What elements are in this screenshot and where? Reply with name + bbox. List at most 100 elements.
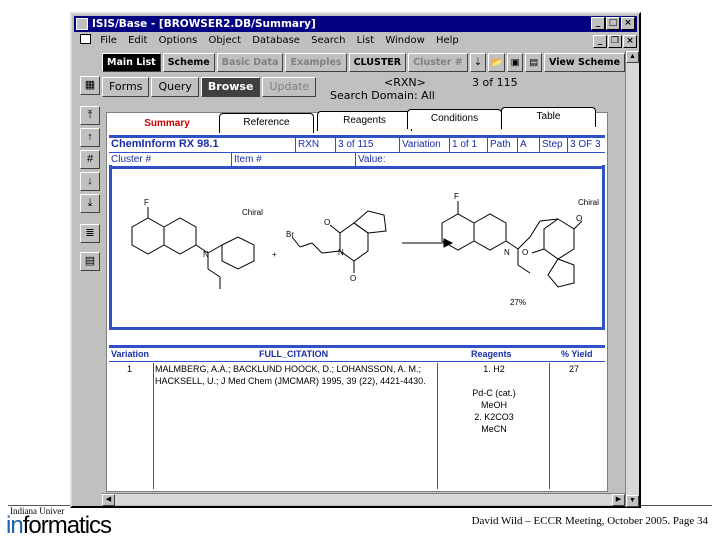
basic-data-button[interactable]: Basic Data bbox=[216, 52, 284, 72]
menu-edit[interactable]: Edit bbox=[124, 33, 151, 49]
table-view-icon[interactable]: ▤ bbox=[80, 252, 100, 271]
variation-column-header: Variation bbox=[111, 349, 150, 359]
maximize-button[interactable]: □ bbox=[606, 17, 620, 30]
main-list-button[interactable]: Main List bbox=[102, 52, 161, 72]
minimize-button[interactable]: _ bbox=[591, 17, 605, 30]
scroll-right-icon[interactable]: ▶ bbox=[612, 494, 625, 506]
doc-close-button[interactable]: × bbox=[623, 35, 637, 48]
citation-row: 1 MALMBERG, A.A.; BACKLUND HOOCK, D.; LO… bbox=[109, 363, 605, 489]
yield-cell: 27 bbox=[569, 364, 580, 374]
tab-reagents[interactable]: Reagents bbox=[317, 111, 412, 131]
document-icon[interactable] bbox=[80, 34, 91, 44]
previous-record-icon[interactable]: ↑ bbox=[80, 128, 100, 147]
database-name: ChemInform RX 98.1 bbox=[111, 138, 219, 150]
browse-button[interactable]: Browse bbox=[200, 77, 261, 97]
menu-object[interactable]: Object bbox=[204, 33, 245, 49]
nitrogen-label-1: N bbox=[203, 250, 209, 259]
system-menu-icon[interactable] bbox=[76, 18, 88, 30]
examples-button[interactable]: Examples bbox=[285, 52, 347, 72]
doc-minimize-button[interactable]: _ bbox=[593, 35, 607, 48]
citation-header-rule bbox=[109, 361, 605, 362]
query-button[interactable]: Query bbox=[151, 77, 199, 97]
plus-sign: + bbox=[272, 250, 277, 259]
tab-conditions[interactable]: Conditions bbox=[407, 109, 502, 129]
tab-reference[interactable]: Reference bbox=[219, 113, 314, 133]
window-title: ISIS/Base - [BROWSER2.DB/Summary] bbox=[92, 18, 316, 30]
fluorine-label-left: F bbox=[144, 198, 149, 207]
scroll-up-icon[interactable]: ▲ bbox=[626, 51, 639, 63]
reagent-line-6: MeCN bbox=[481, 424, 507, 434]
chiral-label-right: Chiral bbox=[578, 198, 599, 207]
citation-header: Variation FULL_CITATION Reagents % Yield bbox=[109, 349, 605, 361]
doc-restore-button[interactable]: ❐ bbox=[608, 35, 622, 48]
menu-bar: File Edit Options Object Database Search… bbox=[74, 33, 637, 49]
reaction-scheme: F Chiral N + Br O N O F Chiral N O O 27% bbox=[109, 165, 605, 327]
variation-cell: 1 bbox=[127, 364, 133, 374]
record-info-row: ChemInform RX 98.1 RXN 3 of 115 Variatio… bbox=[109, 138, 605, 152]
bromine-label: Br bbox=[286, 230, 294, 239]
close-button[interactable]: × bbox=[621, 17, 635, 30]
update-button[interactable]: Update bbox=[262, 77, 317, 97]
oxygen-label-4: O bbox=[576, 214, 582, 223]
form-toolbar: Main List Scheme Basic Data Examples CLU… bbox=[102, 51, 626, 73]
slide-footer: David Wild – ECCR Meeting, October 2005.… bbox=[471, 515, 708, 527]
record-nav-strip: ▦ ⤒ ↑ # ↓ ⤓ ≣ ▤ bbox=[80, 76, 100, 274]
column-divider-1 bbox=[153, 363, 154, 489]
next-record-icon[interactable]: ↓ bbox=[80, 172, 100, 191]
last-record-icon[interactable]: ⤓ bbox=[80, 194, 100, 213]
menu-options[interactable]: Options bbox=[155, 33, 202, 49]
menu-window[interactable]: Window bbox=[381, 33, 428, 49]
step-value: 3 OF 3 bbox=[567, 138, 607, 152]
menu-help[interactable]: Help bbox=[432, 33, 463, 49]
reaction-drawing: F Chiral N + Br O N O F Chiral N O O 27% bbox=[131, 192, 599, 307]
menu-list[interactable]: List bbox=[353, 33, 378, 49]
panel-bottom-rule bbox=[109, 327, 605, 330]
chiral-label-left: Chiral bbox=[242, 208, 263, 217]
search-domain: Search Domain: All bbox=[330, 89, 435, 102]
cluster-button[interactable]: CLUSTER bbox=[348, 52, 407, 72]
full-citation-column-header: FULL_CITATION bbox=[259, 349, 329, 359]
nitrogen-label-2: N bbox=[338, 248, 344, 257]
tab-summary[interactable]: Summary bbox=[117, 115, 217, 135]
tab-table[interactable]: Table bbox=[501, 107, 596, 127]
list-view-icon[interactable]: ≣ bbox=[80, 224, 100, 243]
save-icon[interactable]: ▣ bbox=[506, 52, 524, 72]
form-tabs: Summary Reference Reagents Conditions Ta… bbox=[107, 107, 607, 133]
yield-column-header: % Yield bbox=[561, 349, 593, 359]
title-bar: ISIS/Base - [BROWSER2.DB/Summary] _ □ × bbox=[74, 16, 637, 32]
rxn-value: 3 of 115 bbox=[335, 138, 393, 152]
column-divider-3 bbox=[549, 363, 550, 489]
mode-bar: Forms Query Browse Update bbox=[102, 77, 317, 99]
fluorine-label-right: F bbox=[454, 192, 459, 201]
path-label: Path bbox=[487, 138, 517, 152]
form-icon[interactable]: ▦ bbox=[80, 76, 100, 95]
view-scheme-button[interactable]: View Scheme bbox=[544, 52, 626, 72]
scroll-down-icon[interactable]: ▼ bbox=[626, 495, 639, 507]
open-folder-icon[interactable]: 📂 bbox=[488, 52, 505, 72]
vertical-scrollbar[interactable]: ▲ ▼ bbox=[625, 51, 639, 507]
clipboard-icon[interactable]: ▤ bbox=[525, 52, 543, 72]
isis-window: ISIS/Base - [BROWSER2.DB/Summary] _ □ × … bbox=[70, 12, 641, 508]
nitrogen-label-3: N bbox=[504, 248, 510, 257]
reagent-line-4: MeOH bbox=[480, 400, 507, 410]
cluster-number-button[interactable]: Cluster # bbox=[408, 52, 468, 72]
arrow-down-icon[interactable]: ⇣ bbox=[469, 52, 487, 72]
reagents-cell: 1. H2 Pd-C (cat.) MeOH 2. K2CO3 MeCN bbox=[439, 363, 549, 435]
summary-form: Summary Reference Reagents Conditions Ta… bbox=[106, 107, 608, 492]
menu-file[interactable]: File bbox=[96, 33, 121, 49]
goto-record-icon[interactable]: # bbox=[80, 150, 100, 169]
forms-button[interactable]: Forms bbox=[102, 77, 150, 97]
reagent-line-3: Pd-C (cat.) bbox=[472, 388, 516, 398]
step-label: Step bbox=[539, 138, 567, 152]
reagent-line-5: 2. K2CO3 bbox=[474, 412, 514, 422]
yield-label: 27% bbox=[510, 298, 526, 307]
scheme-button[interactable]: Scheme bbox=[162, 52, 215, 72]
first-record-icon[interactable]: ⤒ bbox=[80, 106, 100, 125]
menu-search[interactable]: Search bbox=[307, 33, 349, 49]
reagents-column-header: Reagents bbox=[471, 349, 512, 359]
scroll-left-icon[interactable]: ◀ bbox=[102, 494, 115, 506]
horizontal-scrollbar[interactable]: ◀ ▶ bbox=[102, 493, 625, 506]
oxygen-label-2: O bbox=[350, 274, 356, 283]
menu-database[interactable]: Database bbox=[248, 33, 304, 49]
reagent-line-1: 1. H2 bbox=[483, 364, 505, 374]
